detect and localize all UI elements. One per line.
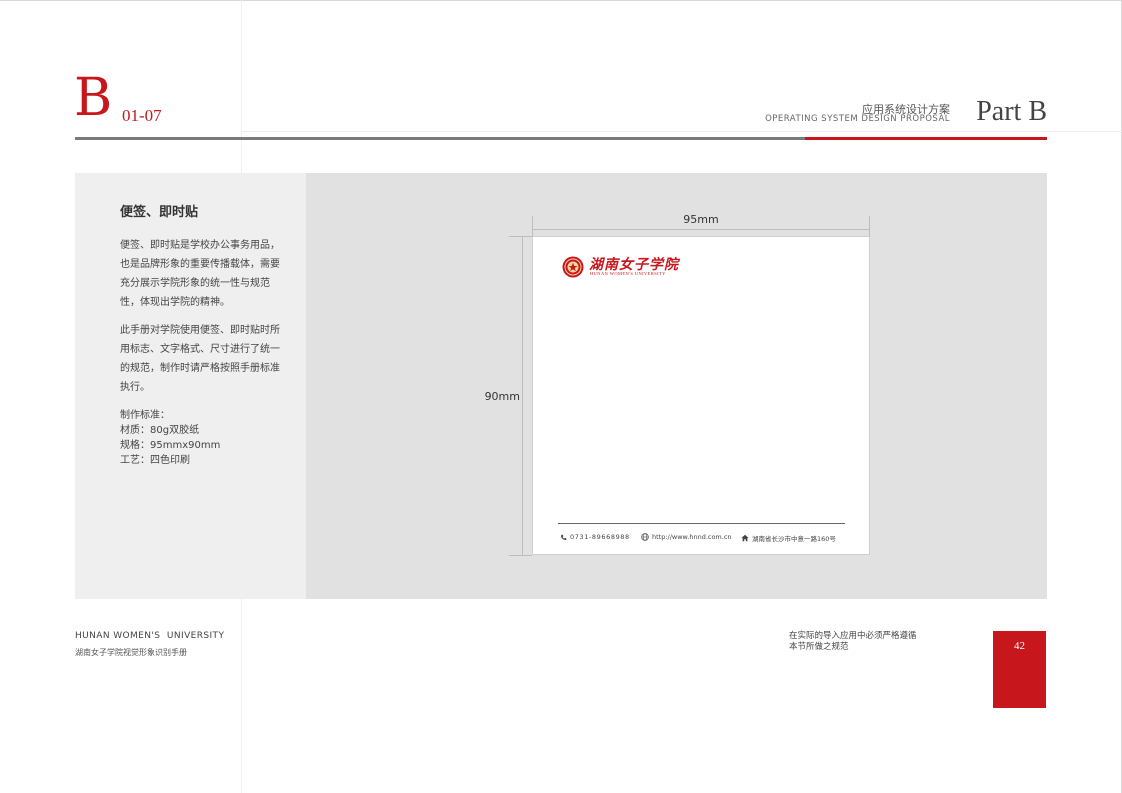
- memo-phone-text: 0731-89668988: [570, 533, 630, 541]
- section-title: 便签、即时贴: [120, 205, 199, 220]
- memo-website-text: http://www.hnnd.com.cn: [652, 533, 732, 541]
- spec-material: 材质：80g双胶纸: [120, 425, 200, 436]
- width-dimension-line: [532, 229, 870, 230]
- description-paragraph-1: 便签、即时贴是学校办公事务用品，也是品牌形象的重要传播载体，需要充分展示学院形象…: [120, 240, 280, 308]
- footer-note-line-1: 在实际的导入应用中必须严格遵循: [789, 631, 917, 641]
- home-icon: [741, 534, 749, 542]
- section-letter: B: [74, 68, 113, 128]
- description-paragraph-2: 此手册对学院使用便签、即时贴时所用标志、文字格式、尺寸进行了统一的规范，制作时请…: [120, 325, 280, 393]
- page-top-edge: [0, 0, 1122, 1]
- phone-icon: [560, 534, 567, 541]
- spec-process: 工艺：四色印刷: [120, 455, 190, 466]
- memo-address: 湖南省长沙市中意一路160号: [741, 533, 836, 543]
- footer-manual-cn: 湖南女子学院视觉形象识别手册: [75, 648, 187, 657]
- part-label: Part B: [976, 96, 1047, 127]
- footer-note: 在实际的导入应用中必须严格遵循 本节所做之规范: [789, 631, 917, 653]
- memo-phone: 0731-89668988: [560, 533, 630, 541]
- memo-footer-rule: [558, 523, 845, 524]
- university-emblem-icon: [562, 256, 584, 278]
- header-rule: [75, 137, 805, 140]
- memo-website: http://www.hnnd.com.cn: [641, 533, 732, 541]
- globe-icon: [641, 533, 649, 541]
- section-number: 01-07: [122, 106, 162, 125]
- logo-wordmark-en: HUNAN WOMEN'S UNIVERSITY: [590, 271, 666, 276]
- height-dimension-tick-top: [509, 236, 532, 237]
- header-rule-accent: [805, 137, 1047, 140]
- production-specs: 制作标准： 材质：80g双胶纸 规格：95mmx90mm 工艺：四色印刷: [120, 408, 220, 468]
- footer-note-line-2: 本节所做之规范: [789, 642, 849, 652]
- height-dimension-line: [522, 236, 523, 555]
- memo-sheet: [532, 236, 870, 555]
- height-dimension-tick-bottom: [509, 555, 532, 556]
- spec-heading: 制作标准：: [120, 410, 170, 421]
- footer-university-en: HUNAN WOMEN'S UNIVERSITY: [75, 631, 225, 641]
- spec-size: 规格：95mmx90mm: [120, 440, 221, 451]
- page-number: 42: [1014, 640, 1025, 652]
- header-title-en: OPERATING SYSTEM DESIGN PROPOSAL: [765, 114, 950, 124]
- layout-guide-horizontal: [241, 131, 1122, 132]
- memo-address-text: 湖南省长沙市中意一路160号: [752, 535, 836, 543]
- width-dimension-label: 95mm: [683, 213, 719, 226]
- height-dimension-label: 90mm: [484, 390, 520, 403]
